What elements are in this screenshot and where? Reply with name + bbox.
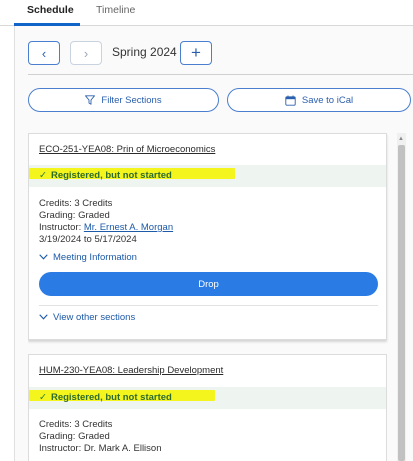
tab-timeline[interactable]: Timeline (96, 4, 135, 16)
divider (39, 305, 378, 306)
course-list[interactable]: ECO-251-YEA08: Prin of Microeconomics ✓ R… (28, 133, 397, 461)
add-term-button[interactable]: + (180, 41, 212, 65)
drop-button[interactable]: Drop (39, 272, 378, 296)
view-other-sections-toggle[interactable]: View other sections (39, 312, 135, 323)
grading-text: Grading: Graded (39, 431, 110, 442)
previous-term-button[interactable]: ‹ (28, 41, 60, 65)
instructor-text: Instructor: Dr. Mark A. Ellison (39, 443, 162, 454)
save-to-ical-button[interactable]: Save to iCal (227, 88, 411, 112)
check-icon: ✓ (39, 170, 47, 181)
status-badge: ✓ Registered, but not started (39, 392, 172, 403)
chevron-down-icon (39, 252, 48, 262)
course-details: Credits: 3 Credits Grading: Graded Instr… (39, 198, 173, 246)
scrollbar-thumb[interactable] (398, 145, 405, 461)
drop-label: Drop (198, 278, 219, 290)
status-text: Registered, but not started (50, 392, 172, 403)
course-title-link[interactable]: ECO-251-YEA08: Prin of Microeconomics (39, 144, 215, 155)
next-term-button[interactable]: › (70, 41, 102, 65)
course-card: ECO-251-YEA08: Prin of Microeconomics ✓ R… (28, 133, 387, 340)
calendar-icon (285, 95, 296, 106)
status-bar: ✓ Registered, but not started (29, 387, 386, 409)
save-to-ical-label: Save to iCal (301, 94, 354, 106)
credits-text: Credits: 3 Credits (39, 198, 113, 209)
course-title-link[interactable]: HUM-230-YEA08: Leadership Development (39, 365, 223, 376)
tab-schedule[interactable]: Schedule (27, 4, 74, 16)
scroll-up-arrow-icon[interactable]: ▲ (398, 136, 404, 142)
instructor-label: Instructor: (39, 222, 84, 233)
view-other-sections-label: View other sections (53, 312, 136, 323)
term-label: Spring 2024 (112, 45, 177, 59)
status-bar: ✓ Registered, but not started (29, 165, 386, 187)
filter-icon (85, 95, 96, 105)
instructor-row: Instructor: Mr. Ernest A. Morgan (39, 222, 173, 234)
divider (28, 74, 413, 75)
dates-text: 3/19/2024 to 5/17/2024 (39, 234, 137, 245)
check-icon: ✓ (39, 392, 47, 403)
status-badge: ✓ Registered, but not started (39, 170, 172, 181)
plus-icon: + (191, 43, 201, 62)
chevron-down-icon (39, 312, 48, 322)
tab-bar: Schedule Timeline (0, 0, 413, 26)
status-text: Registered, but not started (50, 170, 172, 181)
instructor-link[interactable]: Mr. Ernest A. Morgan (84, 222, 173, 233)
chevron-right-icon: › (83, 45, 89, 61)
credits-text: Credits: 3 Credits (39, 419, 113, 430)
meeting-information-toggle[interactable]: Meeting Information (39, 252, 137, 263)
filter-sections-button[interactable]: Filter Sections (28, 88, 219, 112)
grading-text: Grading: Graded (39, 210, 110, 221)
course-card: HUM-230-YEA08: Leadership Development ✓ R… (28, 354, 387, 461)
chevron-left-icon: ‹ (41, 45, 47, 61)
course-details: Credits: 3 Credits Grading: Graded Instr… (39, 419, 161, 455)
meeting-information-label: Meeting Information (53, 252, 137, 263)
filter-sections-label: Filter Sections (101, 94, 162, 106)
scrollbar[interactable]: ▲ (397, 133, 406, 461)
